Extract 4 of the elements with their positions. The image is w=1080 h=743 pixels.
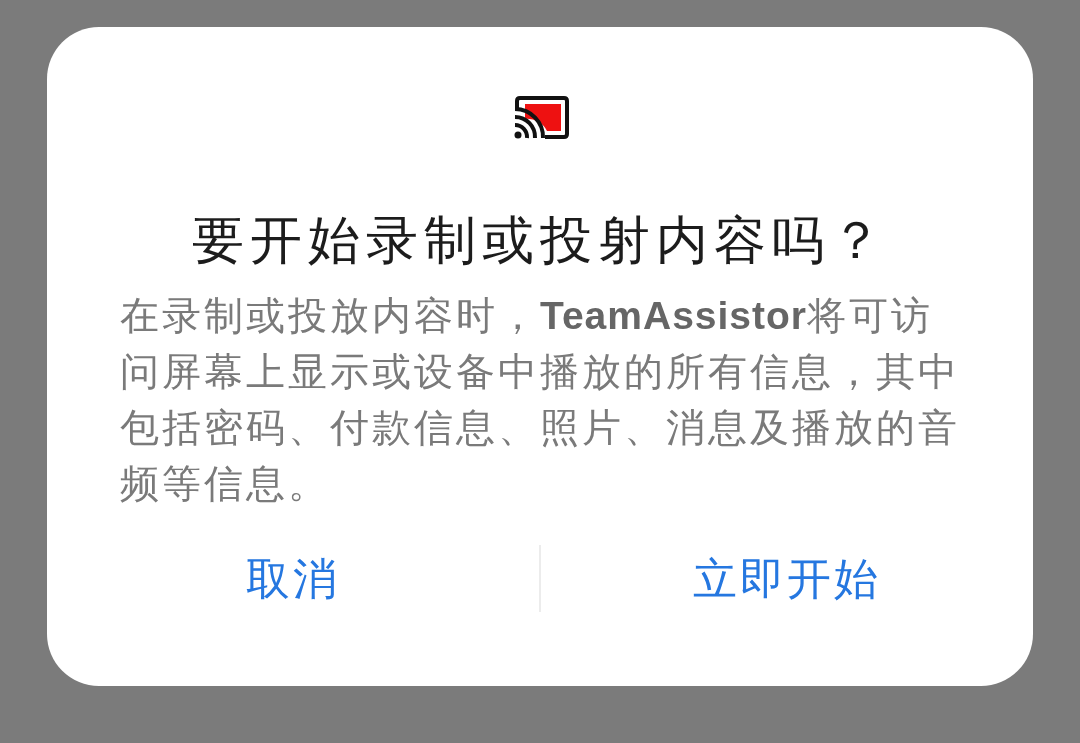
dialog-button[interactable]: 立即开始 [693,545,881,612]
dialog-title: 要开始录制或投射内容吗？ [191,210,889,271]
dialog-button[interactable]: 取消 [246,545,340,612]
dialog-message: 在录制或投放内容时，TeamAssistor将可访问屏幕上显示或设备中播放的所有信息，其中包括密码、付款信息、照片、消息及播放的音频等信息。 [120,293,961,507]
